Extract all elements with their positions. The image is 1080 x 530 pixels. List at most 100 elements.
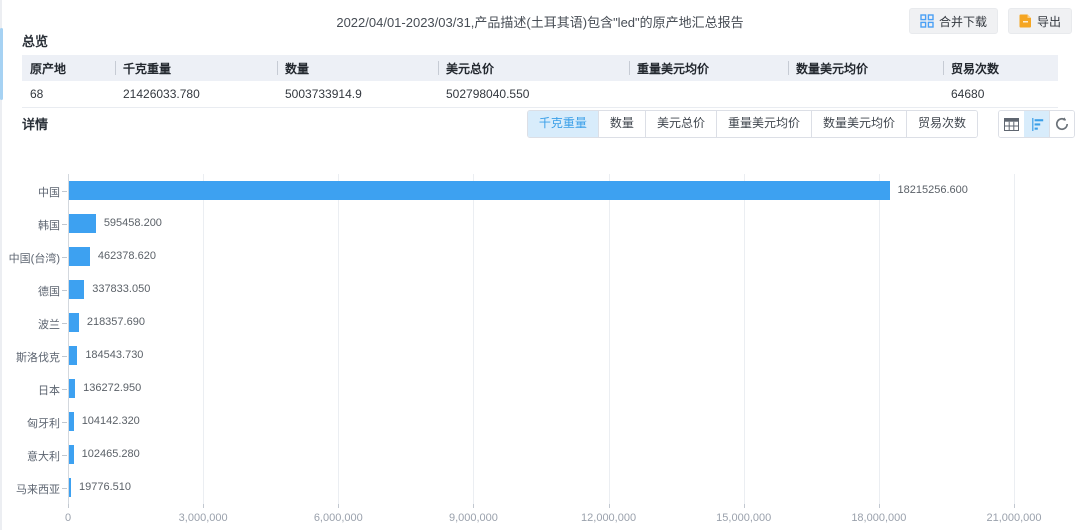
x-axis-tick-label: 9,000,000 — [449, 512, 498, 524]
header-actions: 合并下载 导出 — [909, 8, 1072, 34]
report-page: 2022/04/01-2023/03/31,产品描述(土耳其语)包含"led"的… — [0, 0, 1080, 530]
bar-value-label: 19776.510 — [79, 481, 131, 493]
merge-download-button[interactable]: 合并下载 — [909, 8, 998, 34]
bar[interactable] — [69, 478, 71, 497]
x-gridline — [744, 174, 745, 504]
category-label: 匈牙利 — [0, 415, 60, 431]
details-section-label: 详情 — [22, 114, 48, 133]
x-gridline — [879, 174, 880, 504]
x-axis-tick — [609, 504, 610, 508]
refresh-icon — [1055, 117, 1069, 131]
x-gridline — [473, 174, 474, 504]
col-header-kg-weight: 千克重量 — [115, 55, 277, 81]
x-axis-tick-label: 6,000,000 — [314, 512, 363, 524]
category-label: 意大利 — [0, 448, 60, 464]
x-axis-tick — [338, 504, 339, 508]
overview-section-label: 总览 — [22, 31, 48, 50]
category-label: 德国 — [0, 283, 60, 299]
col-header-quantity: 数量 — [277, 55, 438, 81]
y-axis-tick — [62, 389, 67, 390]
metric-tabs: 千克重量 数量 美元总价 重量美元均价 数量美元均价 贸易次数 — [527, 110, 978, 138]
table-view-button[interactable] — [999, 111, 1024, 137]
bar[interactable] — [69, 346, 77, 365]
bar[interactable] — [69, 313, 79, 332]
x-axis-tick — [473, 504, 474, 508]
x-axis-tick — [1014, 504, 1015, 508]
x-axis-tick-label: 15,000,000 — [716, 512, 771, 524]
bar[interactable] — [69, 181, 890, 200]
bar-value-label: 218357.690 — [87, 316, 145, 328]
x-axis-tick-label: 3,000,000 — [179, 512, 228, 524]
origin-bar-chart: 0 3,000,000 6,000,000 9,000,000 12,000,000 15… — [0, 158, 1080, 530]
details-controls: 千克重量 数量 美元总价 重量美元均价 数量美元均价 贸易次数 — [527, 110, 1075, 138]
col-header-trade-count: 贸易次数 — [943, 55, 1058, 81]
tab-kg-weight[interactable]: 千克重量 — [528, 111, 598, 137]
col-header-weight-usd-avg: 重量美元均价 — [629, 55, 788, 81]
y-axis-tick — [62, 488, 67, 489]
category-label: 斯洛伐克 — [0, 349, 60, 365]
table-view-icon — [1004, 118, 1019, 131]
export-label: 导出 — [1037, 13, 1061, 30]
x-gridline — [203, 174, 204, 504]
tab-usd-total[interactable]: 美元总价 — [645, 111, 716, 137]
x-axis-tick-label: 12,000,000 — [581, 512, 636, 524]
x-axis-tick — [68, 504, 69, 508]
col-header-origin: 原产地 — [22, 55, 115, 81]
orange-file-icon — [1019, 14, 1032, 28]
bar-value-label: 595458.200 — [104, 217, 162, 229]
category-label: 日本 — [0, 382, 60, 398]
bar-chart-view-button[interactable] — [1024, 111, 1049, 137]
overview-data-row: 68 21426033.780 5003733914.9 502798040.5… — [22, 81, 1058, 107]
bar-value-label: 18215256.600 — [898, 184, 968, 196]
x-gridline — [1014, 174, 1015, 504]
x-axis-tick-label: 0 — [65, 512, 71, 524]
y-axis-tick — [62, 290, 67, 291]
overview-header-row: 原产地 千克重量 数量 美元总价 重量美元均价 数量美元均价 贸易次数 — [22, 55, 1058, 81]
y-axis-tick — [62, 422, 67, 423]
col-header-usd-total: 美元总价 — [438, 55, 629, 81]
refresh-button[interactable] — [1049, 111, 1074, 137]
left-scrollbar-thumb[interactable] — [0, 28, 3, 100]
y-axis-tick — [62, 191, 67, 192]
bar[interactable] — [69, 412, 74, 431]
bar-chart-view-icon — [1030, 118, 1044, 131]
category-label: 马来西亚 — [0, 481, 60, 497]
category-label: 韩国 — [0, 217, 60, 233]
category-label: 中国 — [0, 184, 60, 200]
grid-squares-icon — [920, 14, 934, 28]
x-axis-tick — [744, 504, 745, 508]
cell-quantity: 5003733914.9 — [277, 81, 438, 107]
cell-weight-usd-avg — [629, 81, 788, 107]
cell-quantity-usd-avg — [788, 81, 943, 107]
bar-value-label: 104142.320 — [82, 415, 140, 427]
tab-quantity[interactable]: 数量 — [598, 111, 645, 137]
tab-quantity-usd-avg[interactable]: 数量美元均价 — [811, 111, 906, 137]
x-axis-tick-label: 18,000,000 — [851, 512, 906, 524]
bar-value-label: 136272.950 — [83, 382, 141, 394]
x-gridline — [609, 174, 610, 504]
merge-download-label: 合并下载 — [939, 13, 987, 30]
view-toggle-group — [998, 110, 1075, 138]
bar[interactable] — [69, 379, 75, 398]
x-axis-tick — [879, 504, 880, 508]
x-axis-tick — [203, 504, 204, 508]
x-gridline — [338, 174, 339, 504]
tab-trade-count[interactable]: 贸易次数 — [906, 111, 977, 137]
bar-value-label: 462378.620 — [98, 250, 156, 262]
x-axis-tick-label: 21,000,000 — [986, 512, 1041, 524]
bar-value-label: 102465.280 — [82, 448, 140, 460]
y-axis-tick — [62, 455, 67, 456]
cell-origin: 68 — [22, 81, 115, 107]
y-axis-tick — [62, 224, 67, 225]
tab-weight-usd-avg[interactable]: 重量美元均价 — [716, 111, 811, 137]
category-label: 中国(台湾) — [0, 250, 60, 266]
cell-kg-weight: 21426033.780 — [115, 81, 277, 107]
export-button[interactable]: 导出 — [1008, 8, 1072, 34]
bar[interactable] — [69, 445, 74, 464]
bar[interactable] — [69, 247, 90, 266]
y-axis-tick — [62, 257, 67, 258]
bar[interactable] — [69, 280, 84, 299]
overview-table: 原产地 千克重量 数量 美元总价 重量美元均价 数量美元均价 贸易次数 68 2… — [22, 55, 1058, 108]
cell-trade-count: 64680 — [943, 81, 1058, 107]
bar[interactable] — [69, 214, 96, 233]
